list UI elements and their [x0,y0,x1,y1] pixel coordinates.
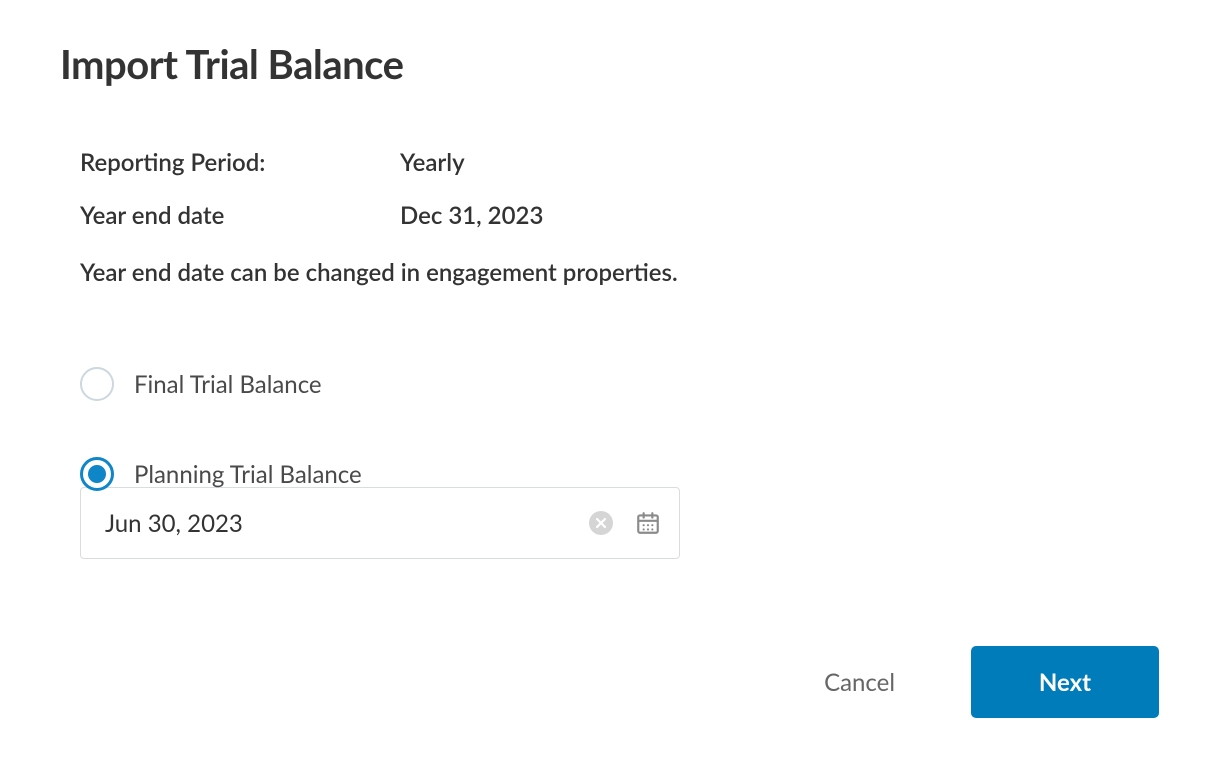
final-trial-balance-option[interactable]: Final Trial Balance [80,367,1153,401]
final-trial-balance-label: Final Trial Balance [134,370,322,399]
planning-trial-balance-label: Planning Trial Balance [134,460,362,489]
info-block: Reporting Period: Yearly Year end date D… [60,148,1153,287]
radio-unselected-icon [80,367,114,401]
planning-trial-balance-option[interactable]: Planning Trial Balance [80,457,1153,491]
radio-selected-icon [80,457,114,491]
calendar-icon[interactable] [635,510,661,536]
year-end-label: Year end date [80,201,400,230]
planning-date-input[interactable] [103,508,589,539]
year-end-note: Year end date can be changed in engageme… [80,258,1153,287]
import-trial-balance-dialog: Import Trial Balance Reporting Period: Y… [0,0,1213,559]
dialog-title: Import Trial Balance [60,40,1153,88]
cancel-button[interactable]: Cancel [808,660,911,705]
year-end-row: Year end date Dec 31, 2023 [80,201,1153,230]
reporting-period-label: Reporting Period: [80,148,400,177]
trial-balance-type-group: Final Trial Balance Planning Trial Balan… [60,367,1153,491]
clear-date-icon[interactable] [589,511,613,535]
year-end-value: Dec 31, 2023 [400,201,543,230]
reporting-period-row: Reporting Period: Yearly [80,148,1153,177]
dialog-footer: Cancel Next [808,646,1159,718]
planning-date-field-wrap [60,487,1153,559]
planning-date-field[interactable] [80,487,680,559]
reporting-period-value: Yearly [400,148,465,177]
next-button[interactable]: Next [971,646,1159,718]
